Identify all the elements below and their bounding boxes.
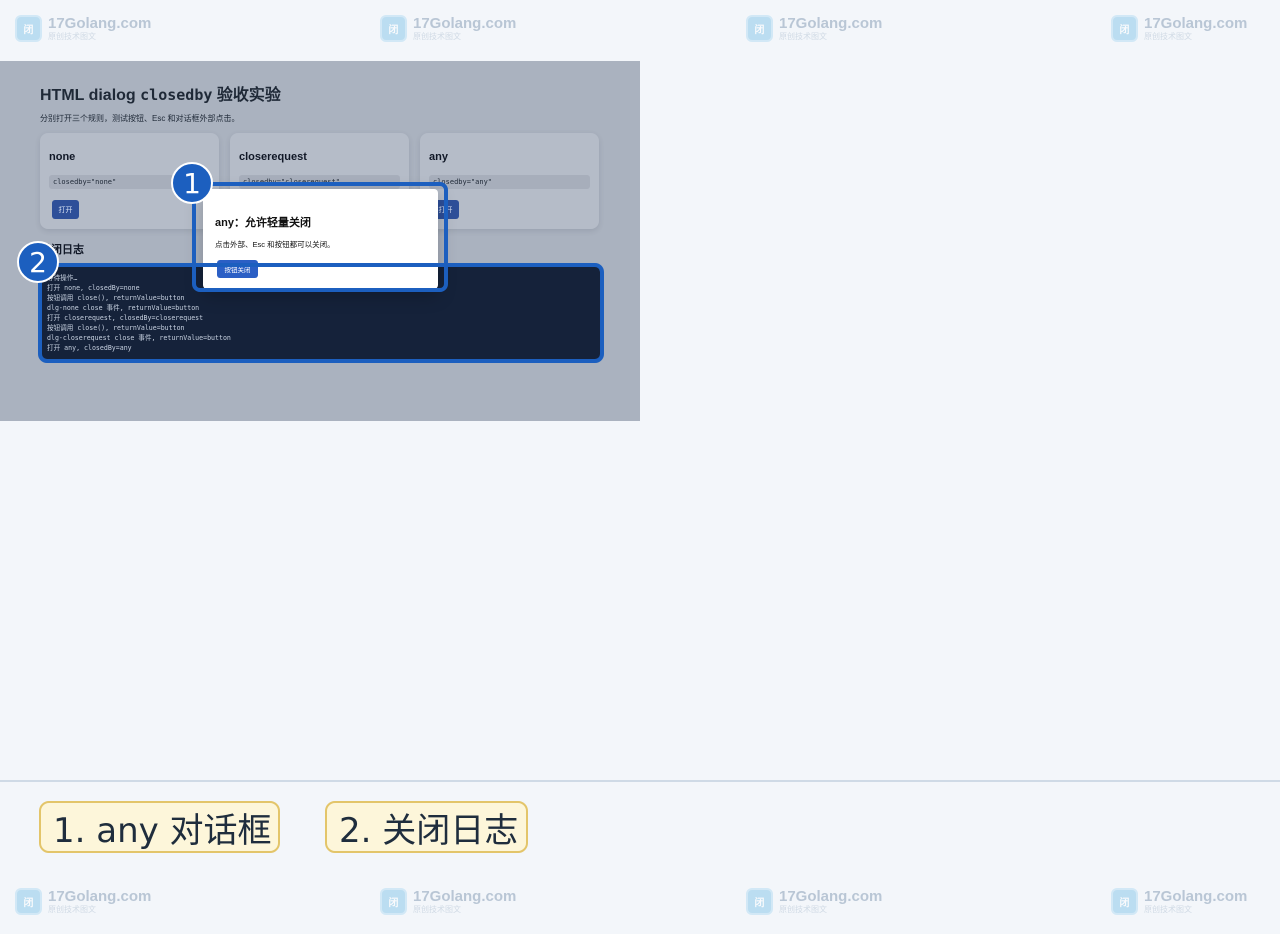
badge-1: 1: [171, 162, 213, 204]
watermark-tagline: 原创技术图文: [48, 905, 96, 914]
watermark-tagline: 原创技术图文: [48, 32, 96, 41]
watermark: 闭 17Golang.com 原创技术图文: [15, 888, 151, 915]
watermark: 闭 17Golang.com 原创技术图文: [1111, 15, 1247, 42]
open-button[interactable]: 打开: [52, 200, 79, 219]
divider: [0, 780, 1280, 782]
watermark: 闭 17Golang.com 原创技术图文: [746, 15, 882, 42]
watermark-tagline: 原创技术图文: [1144, 32, 1192, 41]
logo-icon: 闭: [380, 15, 407, 42]
watermark-tagline: 原创技术图文: [779, 905, 827, 914]
highlight-log: [38, 263, 604, 363]
logo-icon: 闭: [746, 888, 773, 915]
watermark: 闭 17Golang.com 原创技术图文: [746, 888, 882, 915]
badge-2: 2: [17, 241, 59, 283]
logo-icon: 闭: [1111, 15, 1138, 42]
logo-icon: 闭: [746, 15, 773, 42]
logo-icon: 闭: [15, 888, 42, 915]
legend-item-log: 2. 关闭日志: [325, 801, 528, 853]
watermark: 闭 17Golang.com 原创技术图文: [380, 888, 516, 915]
card-title: none: [49, 151, 76, 163]
logo-icon: 闭: [15, 15, 42, 42]
card-title: any: [429, 151, 448, 163]
page-subtitle: 分别打开三个规则，测试按钮、Esc 和对话框外部点击。: [40, 114, 240, 123]
watermark-tagline: 原创技术图文: [1144, 905, 1192, 914]
watermark-tagline: 原创技术图文: [779, 32, 827, 41]
watermark-brand: 17Golang.com: [413, 15, 517, 32]
logo-icon: 闭: [1111, 888, 1138, 915]
card-title: closerequest: [239, 151, 307, 163]
page-title: HTML dialog closedby 验收实验: [40, 86, 281, 104]
watermark-brand: 17Golang.com: [779, 888, 883, 905]
watermark: 闭 17Golang.com 原创技术图文: [1111, 888, 1247, 915]
watermark-brand: 17Golang.com: [779, 15, 883, 32]
logo-icon: 闭: [380, 888, 407, 915]
watermark-tagline: 原创技术图文: [413, 32, 461, 41]
watermark-brand: 17Golang.com: [48, 15, 152, 32]
watermark: 闭 17Golang.com 原创技术图文: [15, 15, 151, 42]
watermark-brand: 17Golang.com: [1144, 15, 1248, 32]
watermark-tagline: 原创技术图文: [413, 905, 461, 914]
watermark-brand: 17Golang.com: [1144, 888, 1248, 905]
watermark: 闭 17Golang.com 原创技术图文: [380, 15, 516, 42]
legend-item-dialog: 1. any 对话框: [39, 801, 280, 853]
watermark-brand: 17Golang.com: [413, 888, 517, 905]
watermark-brand: 17Golang.com: [48, 888, 152, 905]
card-code: closedby="any": [429, 175, 590, 189]
